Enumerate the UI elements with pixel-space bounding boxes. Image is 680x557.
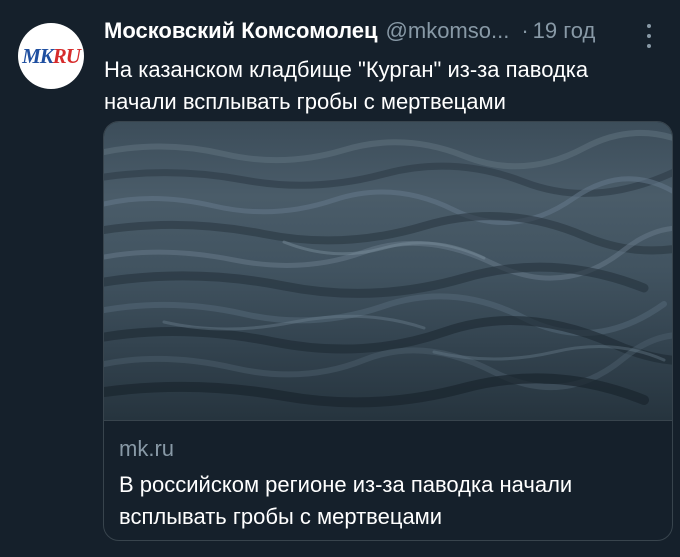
card-body[interactable]: mk.ru В российском регионе из-за паводка… [104, 420, 672, 540]
separator-dot: · [521, 18, 529, 43]
card-domain: mk.ru [119, 436, 174, 461]
mk-ru-logo: MKRU [22, 43, 81, 68]
avatar[interactable]: MKRU [18, 23, 84, 89]
card-image-water[interactable] [104, 122, 672, 420]
timestamp[interactable]: 19 год [533, 18, 596, 44]
tweet-header: Московский Комсомолец @mkomso... · 19 го… [104, 14, 670, 48]
card-title: В российском регионе из-за паводка начал… [119, 472, 573, 529]
tweet-text: На казанском кладбище "Курган" из-за пав… [104, 57, 589, 114]
more-options-icon[interactable] [642, 22, 656, 50]
author-handle[interactable]: @mkomso... [386, 18, 510, 44]
link-card[interactable]: mk.ru В российском регионе из-за паводка… [103, 121, 673, 541]
author-name[interactable]: Московский Комсомолец [104, 18, 378, 44]
